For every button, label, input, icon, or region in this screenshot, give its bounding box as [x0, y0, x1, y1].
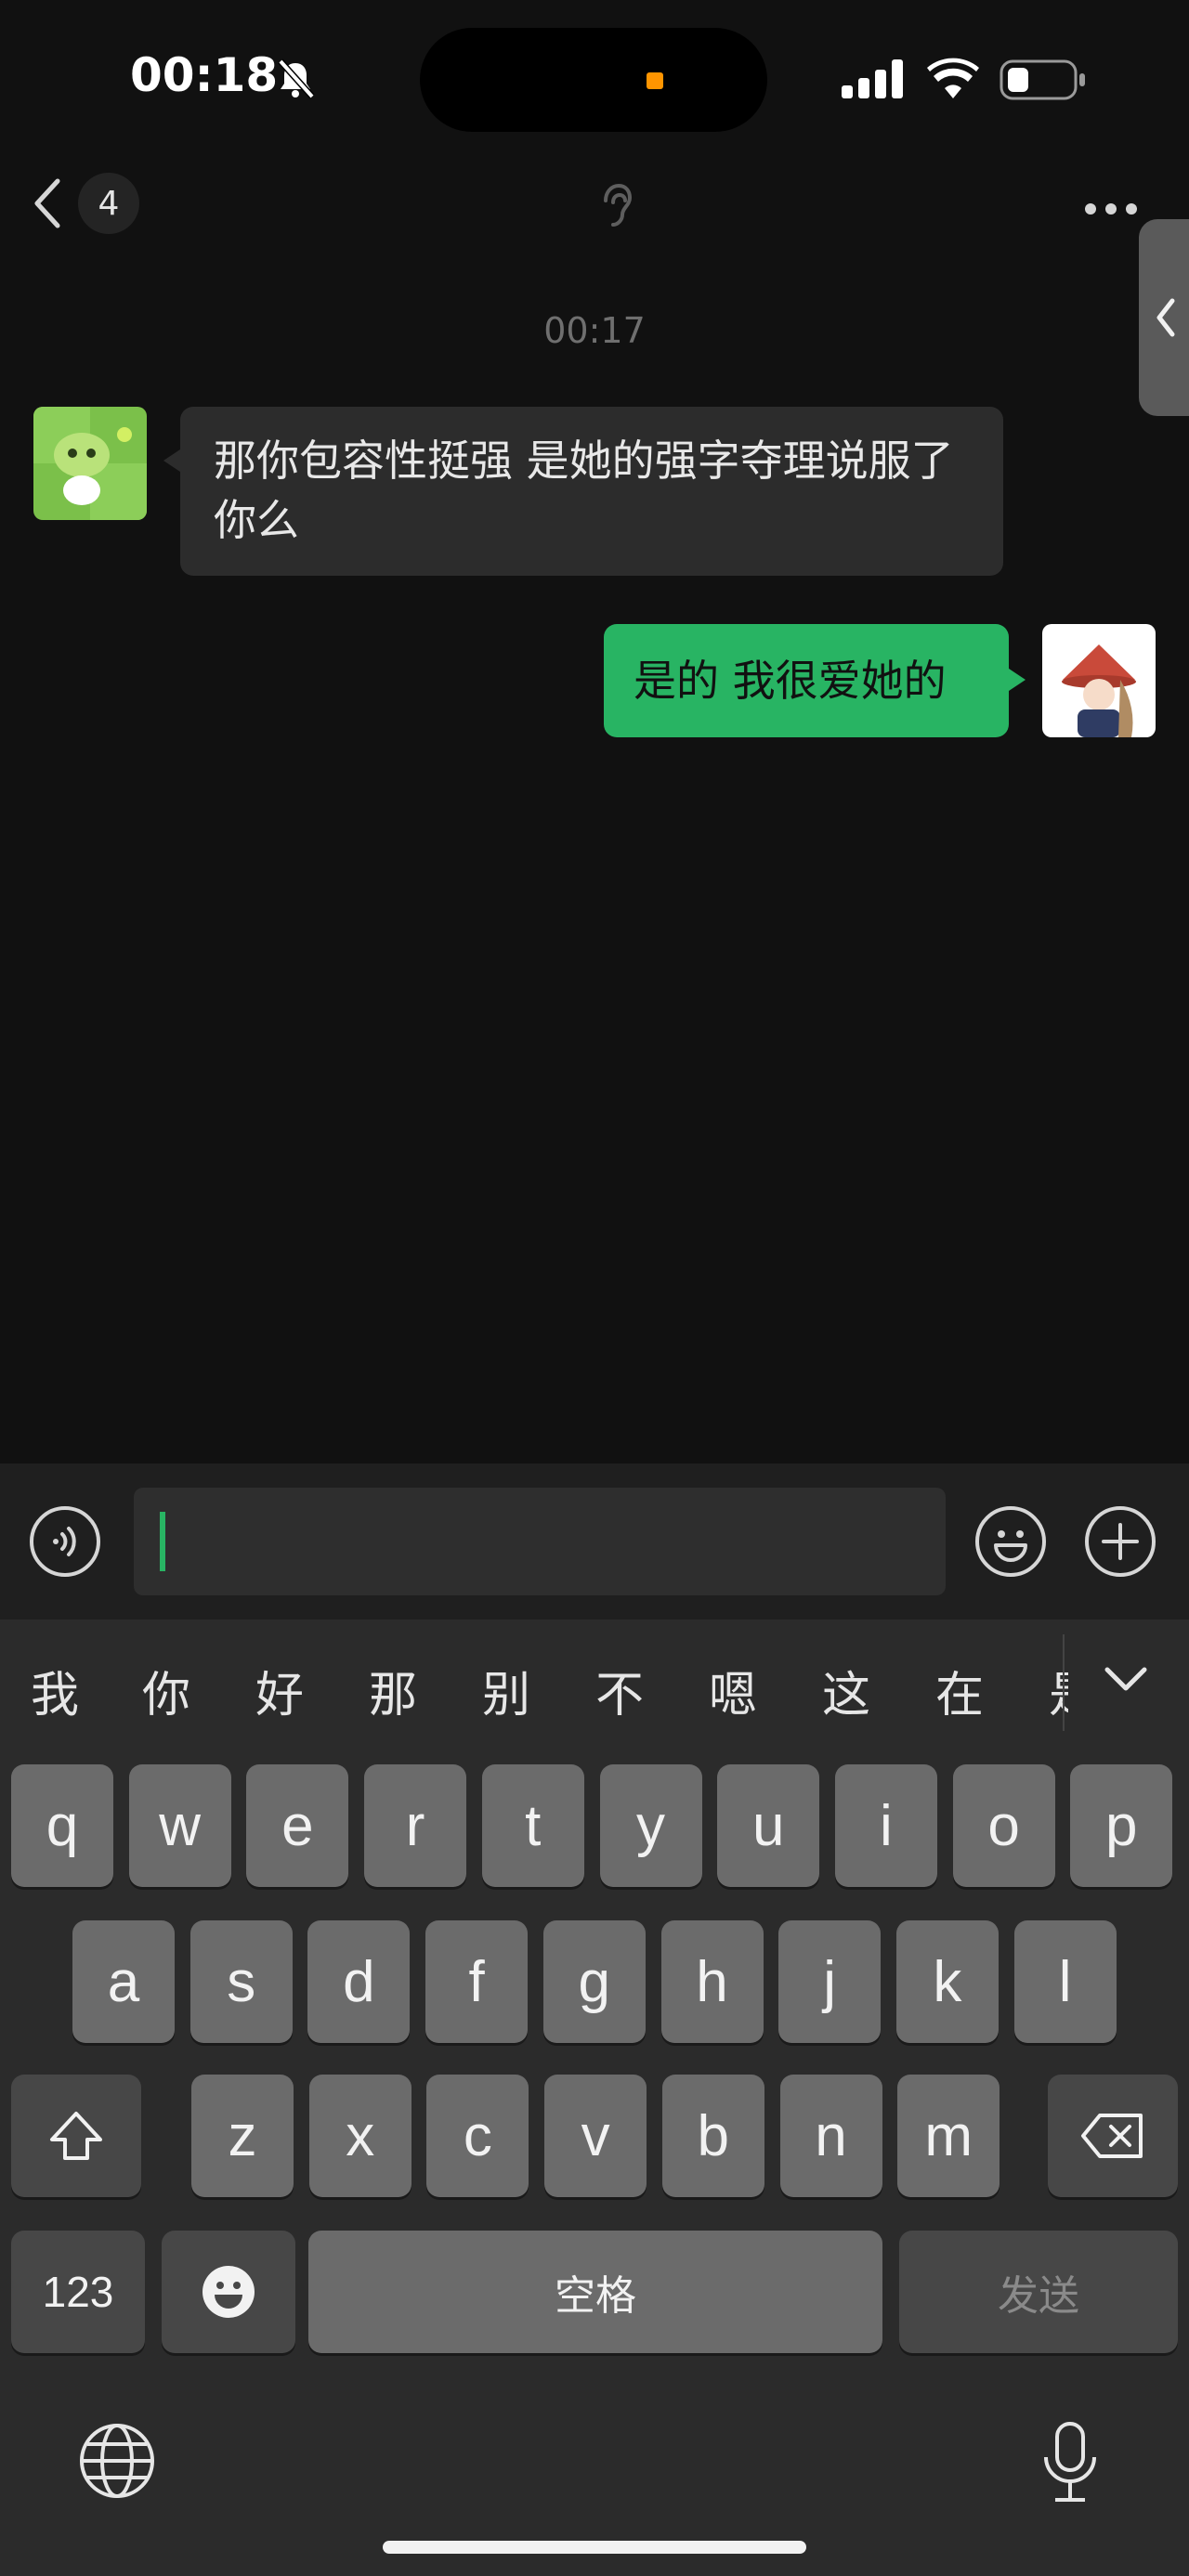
back-chevron-icon	[34, 178, 60, 228]
candidate-word[interactable]: 在	[903, 1656, 1016, 1725]
key-n[interactable]: n	[779, 2075, 882, 2197]
key-q[interactable]: q	[11, 1764, 113, 1887]
my-avatar[interactable]	[1042, 624, 1156, 737]
shift-key[interactable]	[11, 2075, 141, 2197]
key-g[interactable]: g	[542, 1920, 646, 2043]
key-x[interactable]: x	[308, 2075, 412, 2197]
key-e[interactable]: e	[246, 1764, 349, 1887]
candidate-word[interactable]: 你	[110, 1656, 223, 1725]
key-r[interactable]: r	[364, 1764, 467, 1887]
candidate-bar: 我 你 好 那 别 不 嗯 这 在 是	[0, 1634, 1068, 1746]
contact-avatar[interactable]	[33, 407, 147, 520]
send-key[interactable]: 发送	[899, 2231, 1178, 2353]
key-b[interactable]: b	[661, 2075, 764, 2197]
key-k[interactable]: k	[895, 1920, 999, 2043]
voice-icon	[53, 1527, 76, 1556]
home-indicator	[383, 2541, 806, 2554]
key-j[interactable]: j	[778, 1920, 882, 2043]
wifi-icon	[927, 58, 979, 98]
shift-icon	[50, 2112, 102, 2160]
delete-key[interactable]	[1048, 2075, 1178, 2197]
battery-icon	[1000, 59, 1085, 100]
bell-mute-icon	[278, 59, 315, 99]
key-l[interactable]: l	[1013, 1920, 1117, 2043]
back-button[interactable]: 4	[28, 173, 139, 234]
message-input[interactable]	[134, 1488, 946, 1595]
candidate-word[interactable]: 别	[450, 1656, 563, 1725]
space-key[interactable]: 空格	[308, 2231, 882, 2353]
numbers-key[interactable]: 123	[11, 2231, 145, 2353]
key-y[interactable]: y	[599, 1764, 702, 1887]
delete-icon	[1081, 2114, 1143, 2158]
emoji-key[interactable]	[162, 2231, 295, 2353]
more-functions-button[interactable]	[1085, 1506, 1156, 1577]
key-f[interactable]: f	[425, 1920, 529, 2043]
signal-icon	[842, 59, 903, 98]
key-t[interactable]: t	[481, 1764, 584, 1887]
unread-count-badge: 4	[78, 173, 139, 234]
message-timestamp: 00:17	[543, 310, 646, 351]
candidate-word[interactable]: 是	[1016, 1656, 1068, 1725]
key-i[interactable]: i	[834, 1764, 937, 1887]
privacy-indicator	[647, 72, 663, 89]
key-z[interactable]: z	[191, 2075, 294, 2197]
voice-input-button[interactable]	[30, 1506, 100, 1577]
key-o[interactable]: o	[952, 1764, 1055, 1887]
key-c[interactable]: c	[426, 2075, 529, 2197]
key-m[interactable]: m	[897, 2075, 1000, 2197]
message-text: 是的 我很爱她的	[634, 656, 947, 706]
status-time: 00:18	[130, 48, 279, 102]
candidate-word[interactable]: 我	[0, 1656, 110, 1725]
candidate-word[interactable]: 不	[563, 1656, 676, 1725]
more-icon[interactable]	[1083, 197, 1139, 221]
ear-icon	[604, 183, 633, 227]
dynamic-island	[420, 28, 767, 132]
sent-message-bubble[interactable]: 是的 我很爱她的	[604, 624, 1026, 737]
candidate-word[interactable]: 嗯	[676, 1656, 790, 1725]
collapse-icon[interactable]	[1102, 1662, 1150, 1696]
emoji-button[interactable]	[975, 1506, 1046, 1577]
candidate-word[interactable]: 那	[336, 1656, 450, 1725]
globe-icon[interactable]	[78, 2422, 156, 2500]
candidate-word[interactable]: 好	[223, 1656, 336, 1725]
plus-icon	[1102, 1523, 1139, 1560]
key-d[interactable]: d	[307, 1920, 411, 2043]
emoji-icon	[994, 1530, 1027, 1562]
key-s[interactable]: s	[189, 1920, 293, 2043]
key-v[interactable]: v	[544, 2075, 647, 2197]
received-message-bubble[interactable]: 那你包容性挺强 是她的强字夺理说服了你么	[163, 407, 1003, 576]
key-w[interactable]: w	[128, 1764, 231, 1887]
key-p[interactable]: p	[1070, 1764, 1173, 1887]
key-a[interactable]: a	[72, 1920, 175, 2043]
emoji-key-icon	[203, 2266, 255, 2318]
key-u[interactable]: u	[717, 1764, 820, 1887]
candidate-divider	[1063, 1634, 1065, 1731]
text-caret	[160, 1512, 165, 1571]
key-h[interactable]: h	[660, 1920, 764, 2043]
mic-icon[interactable]	[1040, 2420, 1100, 2504]
candidate-word[interactable]: 这	[790, 1656, 903, 1725]
message-text: 那你包容性挺强 是她的强字夺理说服了你么	[214, 436, 954, 545]
